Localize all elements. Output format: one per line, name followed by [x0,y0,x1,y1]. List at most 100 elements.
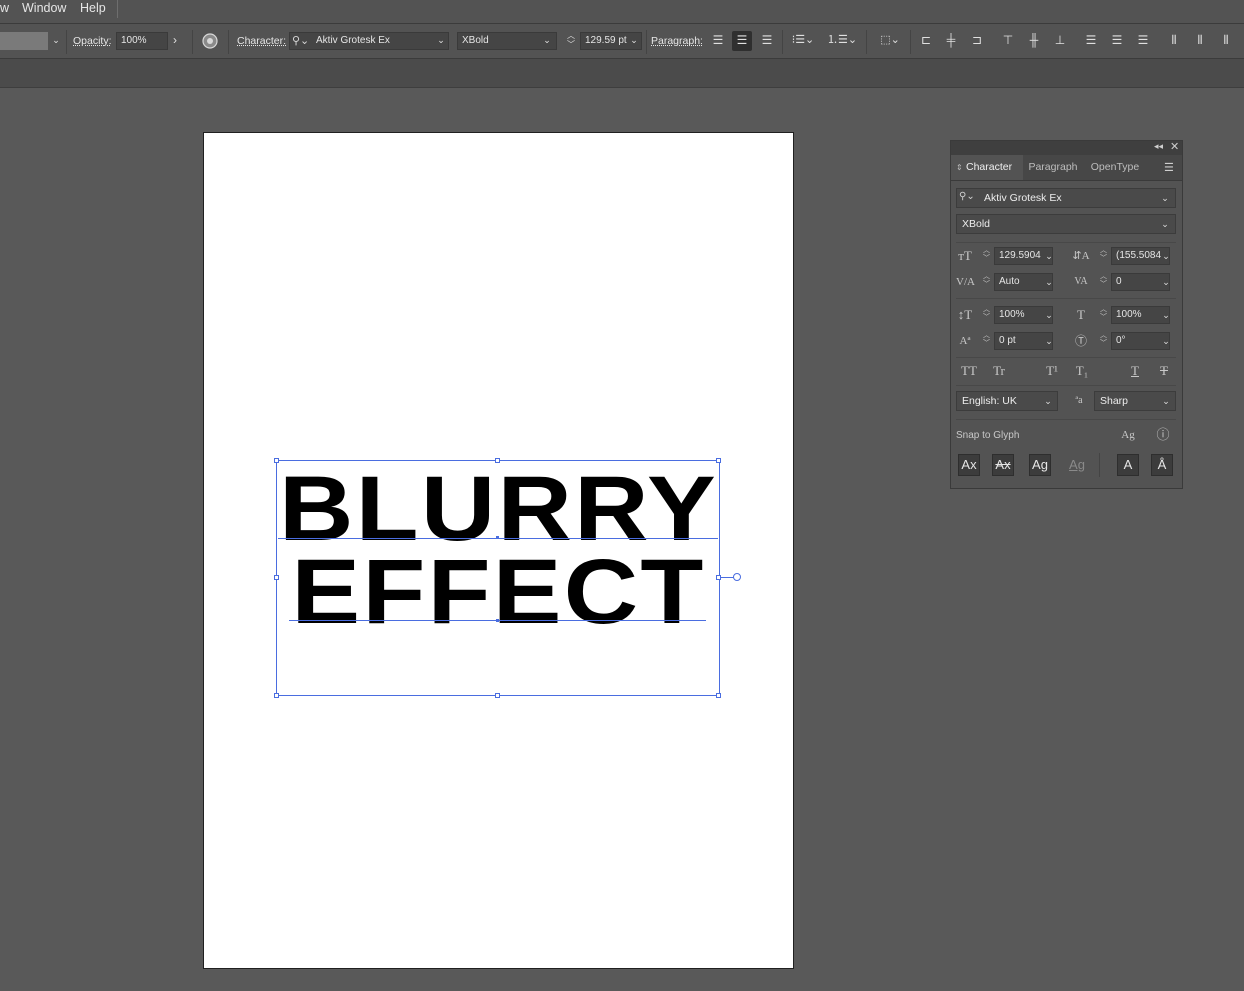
vertical-scale-stepper[interactable]: ︿ ﹀ [982,306,991,324]
stroke-swatch[interactable] [0,32,48,50]
handle-top-right[interactable] [716,458,721,463]
tab-opentype[interactable]: OpenType [1085,155,1145,180]
horizontal-scale-stepper[interactable]: ︿ ﹀ [1099,306,1108,324]
rotation-stepper[interactable]: ︿ ﹀ [1099,332,1108,350]
horizontal-align-left-icon[interactable]: ⊏ [916,31,936,51]
glyph-options-icon[interactable]: Ag [1119,426,1137,444]
chevron-down-icon[interactable]: ⌄ [1043,273,1055,291]
leading-icon: ⇵A [1072,250,1090,262]
font-size-stepper[interactable]: ︿ ﹀ [564,31,578,51]
handle-bottom-right[interactable] [716,693,721,698]
tracking-stepper[interactable]: ︿ ﹀ [1099,273,1108,291]
opacity-label[interactable]: Opacity: [73,35,112,47]
chevron-down-icon[interactable]: ⌄ [628,32,640,50]
menu-bar: w Window Help [0,0,1244,24]
chevron-down-icon[interactable]: ⌄ [1159,215,1171,233]
tab-paragraph[interactable]: Paragraph [1023,155,1083,180]
chevron-right-icon[interactable]: › [166,31,184,51]
divider [866,30,867,54]
font-size-stepper[interactable]: ︿ ﹀ [982,247,991,265]
menu-window[interactable]: Window [22,0,66,20]
text-out-port[interactable] [733,573,741,581]
opacity-input[interactable]: 100% [116,32,168,50]
baseline-anchor [496,536,499,539]
control-bar: ⌄ Opacity: 100% › Character: Aktiv Grote… [0,24,1244,59]
paragraph-label[interactable]: Paragraph: [651,35,703,47]
distribute-top-icon[interactable]: ☰ [1081,31,1101,51]
leading-stepper[interactable]: ︿ ﹀ [1099,247,1108,265]
character-label[interactable]: Character: [237,35,286,47]
snap-to-glyph-label: Snap to Glyph [956,430,1020,441]
handle-middle-left[interactable] [274,575,279,580]
chevron-down-icon[interactable]: ⌄ [1160,332,1172,350]
divider [66,30,67,54]
handle-bottom-left[interactable] [274,693,279,698]
snap-angular-button[interactable]: A [1117,454,1139,476]
chevron-down-icon[interactable]: ⌄ [1160,306,1172,324]
close-icon[interactable]: ✕ [1170,140,1179,153]
snap-x-height-button[interactable]: Ax [992,454,1014,476]
align-left-icon[interactable]: ☰ [708,31,728,51]
headline-line-2[interactable]: EFFECT [169,546,829,638]
chevron-down-icon[interactable]: ⌄ [1160,247,1172,265]
numbered-list-icon[interactable]: ⒈☰⌄ [826,31,858,51]
menu-divider [117,0,118,18]
distribute-bottom-icon[interactable]: ☰ [1133,31,1153,51]
horizontal-align-right-icon[interactable]: ⊐ [967,31,987,51]
chevron-down-icon[interactable]: ⌄ [541,32,553,50]
chevron-down-icon[interactable]: ⌄ [50,32,62,50]
menu-view-partial[interactable]: w [0,0,9,20]
artboard-edge [203,133,204,183]
chevron-down-icon[interactable]: ⌄ [1043,332,1055,350]
divider [956,242,1176,243]
distribute-center-icon[interactable]: ☰ [1107,31,1127,51]
panel-menu-icon[interactable]: ☰ [1164,161,1174,174]
recolor-artwork-icon[interactable] [200,31,220,51]
distribute-left-icon[interactable]: ⫴ [1164,31,1184,51]
vertical-align-bottom-icon[interactable]: ⊥ [1050,31,1070,51]
subscript-button[interactable]: T₁ [1071,362,1093,380]
handle-middle-right[interactable] [716,575,721,580]
menu-help[interactable]: Help [80,0,106,20]
handle-bottom-center[interactable] [495,693,500,698]
chevron-down-icon[interactable]: ⌄ [1042,392,1054,410]
snap-baseline-button[interactable]: Ax [958,454,980,476]
collapse-icon[interactable]: ◂◂ [1154,141,1163,152]
panel-font-family-input[interactable]: Aktiv Grotesk Ex [956,188,1176,208]
snap-proximity-button[interactable]: Ag [1066,454,1088,476]
chevron-down-icon[interactable]: ⌄ [1043,247,1055,265]
distribute-right-icon[interactable]: ⫴ [1216,31,1236,51]
tracking-icon: VA [1074,276,1088,287]
tab-character[interactable]: ⇕ Character [951,155,1023,180]
align-right-icon[interactable]: ☰ [757,31,777,51]
snap-anchor-button[interactable]: Å [1151,454,1173,476]
vertical-align-center-icon[interactable]: ╫ [1024,31,1044,51]
align-center-icon[interactable]: ☰ [732,31,752,51]
vertical-align-top-icon[interactable]: ⊤ [998,31,1018,51]
align-to-selection-icon[interactable]: ⬚⌄ [876,31,904,51]
all-caps-button[interactable]: TT [956,362,982,380]
artboard[interactable]: BLURRY EFFECT [203,132,794,969]
superscript-button[interactable]: T¹ [1041,362,1063,380]
chevron-down-icon[interactable]: ⌄ [1159,189,1171,207]
horizontal-align-center-icon[interactable]: ╪ [941,31,961,51]
info-icon[interactable]: ⓘ [1154,426,1172,444]
snap-glyph-bounds-button[interactable]: Ag [1029,454,1051,476]
chevron-down-icon[interactable]: ⌄ [435,32,447,50]
chevron-down-icon[interactable]: ⌄ [1160,273,1172,291]
bullets-icon[interactable]: ⁝☰⌄ [788,31,818,51]
divider [956,419,1176,420]
font-family-input[interactable]: Aktiv Grotesk Ex [289,32,449,50]
chevron-down-icon[interactable]: ⌄ [1043,306,1055,324]
handle-top-left[interactable] [274,458,279,463]
panel-font-style-select[interactable]: XBold [956,214,1176,234]
baseline-shift-stepper[interactable]: ︿ ﹀ [982,332,991,350]
panel-header[interactable]: ◂◂ ✕ [951,141,1182,155]
underline-button[interactable]: T [1126,362,1144,380]
handle-top-center[interactable] [495,458,500,463]
strikethrough-button[interactable]: T [1155,362,1173,380]
chevron-down-icon[interactable]: ⌄ [1160,392,1172,410]
small-caps-button[interactable]: Tr [987,362,1011,380]
distribute-hcenter-icon[interactable]: ⫴ [1190,31,1210,51]
kerning-stepper[interactable]: ︿ ﹀ [982,273,991,291]
